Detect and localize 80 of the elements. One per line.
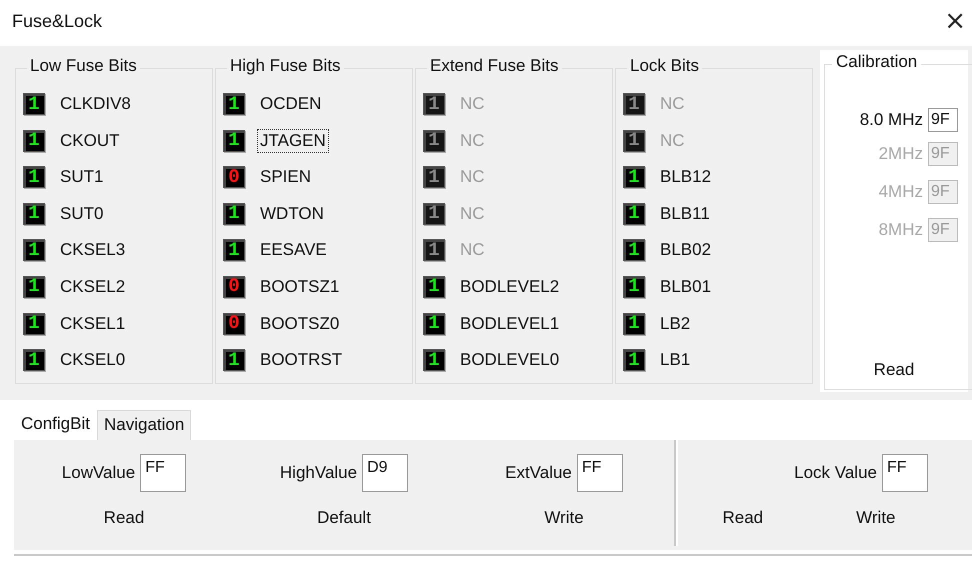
value-label: Lock Value (794, 463, 877, 483)
bit-toggle[interactable]: 1 (623, 312, 645, 335)
group-title: High Fuse Bits (227, 56, 344, 76)
bit-label: NC (459, 239, 486, 262)
bit-label: BODLEVEL2 (459, 276, 560, 298)
action-button[interactable]: Read (714, 506, 772, 530)
bit-label: BLB02 (659, 239, 712, 262)
bit-toggle[interactable]: 1 (223, 349, 245, 372)
bit-toggle[interactable]: 1 (23, 239, 45, 262)
bit-label: BLB11 (659, 202, 711, 225)
bit-toggle[interactable]: 0 (223, 276, 245, 298)
frequency-label: 4MHz (878, 182, 923, 202)
bit-label: WDTON (259, 202, 325, 225)
bit-label: SUT0 (59, 202, 104, 225)
bit-label: NC (459, 202, 486, 225)
bit-toggle[interactable]: 1 (623, 202, 645, 225)
bit-toggle[interactable]: 1 (423, 312, 445, 335)
bit-label: BOOTRST (259, 349, 344, 372)
bit-label: SPIEN (259, 166, 312, 188)
bit-label: BOOTSZ0 (259, 312, 340, 335)
bit-label: BLB12 (659, 166, 712, 188)
bit-toggle[interactable]: 1 (623, 239, 645, 262)
bit-toggle[interactable]: 1 (23, 166, 45, 188)
bit-label: NC (659, 130, 686, 152)
bit-label: OCDEN (259, 93, 322, 115)
action-button[interactable]: Write (848, 506, 904, 530)
value-label: HighValue (280, 463, 358, 483)
bit-toggle[interactable]: 1 (23, 202, 45, 225)
bit-toggle[interactable]: 1 (223, 93, 245, 115)
value-label: LowValue (62, 463, 136, 483)
bit-label: NC (459, 130, 486, 152)
bit-toggle[interactable]: 1 (223, 202, 245, 225)
calibration-field[interactable]: 9F (928, 108, 958, 132)
bit-label: BLB01 (659, 276, 712, 298)
bit-label: NC (459, 93, 486, 115)
close-button[interactable]: × (938, 6, 972, 36)
bit-toggle[interactable]: 1 (23, 312, 45, 335)
hex-field[interactable]: FF (882, 454, 928, 492)
bit-label: SUT1 (59, 166, 104, 188)
tab[interactable]: Navigation (96, 410, 192, 440)
bit-toggle[interactable]: 1 (423, 349, 445, 372)
bit-label: CLKDIV8 (59, 93, 132, 115)
hex-field[interactable]: D9 (362, 454, 408, 492)
bit-label: CKSEL2 (59, 276, 126, 298)
frequency-label: 8MHz (878, 220, 923, 240)
bit-label: CKSEL0 (59, 349, 126, 372)
bit-label: BODLEVEL1 (459, 312, 560, 335)
bit-toggle[interactable]: 1 (23, 276, 45, 298)
bit-toggle[interactable]: 1 (23, 130, 45, 152)
read-button[interactable]: Read (866, 358, 922, 382)
bit-label: CKSEL1 (59, 312, 126, 335)
bit-label: BODLEVEL0 (459, 349, 560, 372)
hex-field[interactable]: FF (576, 454, 623, 492)
bit-toggle[interactable]: 0 (223, 166, 245, 188)
bit-toggle[interactable]: 1 (23, 93, 45, 115)
bit-toggle[interactable]: 1 (623, 349, 645, 372)
bit-label: CKSEL3 (59, 239, 126, 262)
frequency-label: 2MHz (878, 144, 923, 164)
bit-toggle[interactable]: 1 (23, 349, 45, 372)
window-title: Fuse&Lock (12, 10, 102, 32)
value-label: ExtValue (505, 463, 572, 483)
action-button[interactable]: Write (536, 506, 592, 530)
bit-label: BOOTSZ1 (259, 276, 340, 298)
bit-toggle[interactable]: 1 (623, 276, 645, 298)
bit-label: JTAGEN (257, 128, 329, 153)
bit-toggle[interactable]: 1 (423, 276, 445, 298)
bit-label: EESAVE (259, 239, 328, 262)
action-button[interactable]: Default (309, 506, 379, 530)
bit-label: NC (459, 166, 486, 188)
bit-label: CKOUT (59, 130, 120, 152)
bit-toggle[interactable]: 1 (223, 130, 245, 152)
bit-toggle[interactable]: 1 (223, 239, 245, 262)
bit-label: LB2 (659, 312, 692, 335)
hex-field[interactable]: FF (140, 454, 186, 492)
bit-label: LB1 (659, 349, 692, 372)
action-button[interactable]: Read (96, 506, 152, 530)
bit-toggle[interactable]: 0 (223, 312, 245, 335)
frequency-label: 8.0 MHz (860, 110, 923, 130)
bit-label: NC (659, 93, 686, 115)
bit-toggle[interactable]: 1 (623, 166, 645, 188)
